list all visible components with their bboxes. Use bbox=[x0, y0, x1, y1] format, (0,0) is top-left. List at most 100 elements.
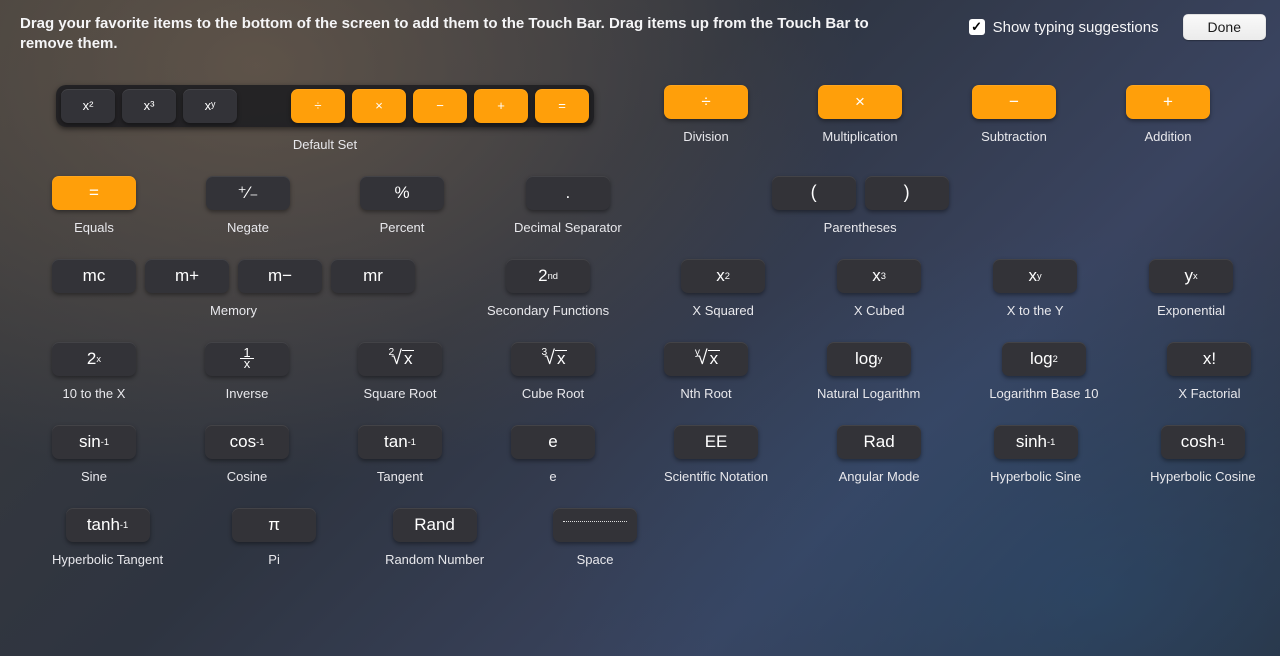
item-decimal[interactable]: . Decimal Separator bbox=[514, 176, 622, 235]
space-icon bbox=[553, 508, 637, 542]
plus-icon: + bbox=[1126, 85, 1210, 119]
caption: Square Root bbox=[364, 386, 437, 401]
caption: 10 to the X bbox=[63, 386, 126, 401]
caption: Cube Root bbox=[522, 386, 584, 401]
paren-left-icon: ( bbox=[772, 176, 856, 210]
item-square-root[interactable]: 2√x Square Root bbox=[358, 342, 442, 401]
item-cosh[interactable]: cosh-1 Hyperbolic Cosine bbox=[1150, 425, 1256, 484]
sqrt-icon: 2√x bbox=[358, 342, 442, 376]
key-eq: = bbox=[535, 89, 589, 123]
minus-icon: − bbox=[972, 85, 1056, 119]
caption: Subtraction bbox=[981, 129, 1047, 144]
x-squared-icon: x2 bbox=[681, 259, 765, 293]
done-button[interactable]: Done bbox=[1183, 14, 1266, 40]
item-multiplication[interactable]: × Multiplication bbox=[818, 85, 902, 152]
caption: X Cubed bbox=[854, 303, 905, 318]
caption: Logarithm Base 10 bbox=[989, 386, 1098, 401]
item-addition[interactable]: + Addition bbox=[1126, 85, 1210, 152]
divide-icon: ÷ bbox=[664, 85, 748, 119]
caption: Natural Logarithm bbox=[817, 386, 920, 401]
item-x-cubed[interactable]: x3 X Cubed bbox=[837, 259, 921, 318]
ln-icon: logy bbox=[827, 342, 911, 376]
equals-icon: = bbox=[52, 176, 136, 210]
caption: X to the Y bbox=[1007, 303, 1064, 318]
item-x-to-y[interactable]: xy X to the Y bbox=[993, 259, 1077, 318]
key-sub: − bbox=[413, 89, 467, 123]
caption: Negate bbox=[227, 220, 269, 235]
negate-icon: ⁺⁄₋ bbox=[206, 176, 290, 210]
item-inverse[interactable]: 1x Inverse bbox=[205, 342, 289, 401]
item-x-squared[interactable]: x2 X Squared bbox=[681, 259, 765, 318]
item-factorial[interactable]: x! X Factorial bbox=[1167, 342, 1251, 401]
key-x2: x² bbox=[61, 89, 115, 123]
caption: Random Number bbox=[385, 552, 484, 567]
check-icon: ✓ bbox=[969, 19, 985, 35]
item-rad[interactable]: Rad Angular Mode bbox=[837, 425, 921, 484]
tanh-icon: tanh-1 bbox=[66, 508, 150, 542]
item-space[interactable]: Space bbox=[553, 508, 637, 567]
item-nth-root[interactable]: y√x Nth Root bbox=[664, 342, 748, 401]
item-exponential[interactable]: yx Exponential bbox=[1149, 259, 1233, 318]
item-tanh[interactable]: tanh-1 Hyperbolic Tangent bbox=[52, 508, 163, 567]
caption: Memory bbox=[210, 303, 257, 318]
x-to-y-icon: xy bbox=[993, 259, 1077, 293]
item-ln[interactable]: logy Natural Logarithm bbox=[817, 342, 920, 401]
caption: Default Set bbox=[293, 137, 357, 152]
item-ee[interactable]: EE Scientific Notation bbox=[664, 425, 768, 484]
tangent-icon: tan-1 bbox=[358, 425, 442, 459]
cosh-icon: cosh-1 bbox=[1161, 425, 1245, 459]
caption: Multiplication bbox=[822, 129, 897, 144]
item-log10[interactable]: log2 Logarithm Base 10 bbox=[989, 342, 1098, 401]
nthroot-icon: y√x bbox=[664, 342, 748, 376]
caption: Angular Mode bbox=[839, 469, 920, 484]
item-rand[interactable]: Rand Random Number bbox=[385, 508, 484, 567]
caption: Pi bbox=[268, 552, 280, 567]
caption: Sine bbox=[81, 469, 107, 484]
item-sine[interactable]: sin-1 Sine bbox=[52, 425, 136, 484]
exponential-icon: yx bbox=[1149, 259, 1233, 293]
key-div: ÷ bbox=[291, 89, 345, 123]
x-cubed-icon: x3 bbox=[837, 259, 921, 293]
caption: Hyperbolic Tangent bbox=[52, 552, 163, 567]
item-memory[interactable]: mc m+ m− mr Memory bbox=[52, 259, 415, 318]
secondary-icon: 2nd bbox=[506, 259, 590, 293]
caption: Division bbox=[683, 129, 729, 144]
percent-icon: % bbox=[360, 176, 444, 210]
ten-to-x-icon: 2x bbox=[52, 342, 136, 376]
key-mplus: m+ bbox=[145, 259, 229, 293]
cosine-icon: cos-1 bbox=[205, 425, 289, 459]
item-division[interactable]: ÷ Division bbox=[664, 85, 748, 152]
show-typing-suggestions-toggle[interactable]: ✓ Show typing suggestions bbox=[969, 19, 1159, 36]
item-negate[interactable]: ⁺⁄₋ Negate bbox=[206, 176, 290, 235]
cbrt-icon: 3√x bbox=[511, 342, 595, 376]
item-tangent[interactable]: tan-1 Tangent bbox=[358, 425, 442, 484]
item-parentheses[interactable]: ( ) Parentheses bbox=[772, 176, 949, 235]
item-equals[interactable]: = Equals bbox=[52, 176, 136, 235]
item-sinh[interactable]: sinh-1 Hyperbolic Sine bbox=[990, 425, 1081, 484]
multiply-icon: × bbox=[818, 85, 902, 119]
item-10-to-x[interactable]: 2x 10 to the X bbox=[52, 342, 136, 401]
item-secondary[interactable]: 2nd Secondary Functions bbox=[487, 259, 609, 318]
item-pi[interactable]: π Pi bbox=[232, 508, 316, 567]
key-mc: mc bbox=[52, 259, 136, 293]
caption: Percent bbox=[380, 220, 425, 235]
key-mr: mr bbox=[331, 259, 415, 293]
caption: Hyperbolic Cosine bbox=[1150, 469, 1256, 484]
inverse-icon: 1x bbox=[205, 342, 289, 376]
log10-icon: log2 bbox=[1002, 342, 1086, 376]
caption: Secondary Functions bbox=[487, 303, 609, 318]
paren-right-icon: ) bbox=[865, 176, 949, 210]
caption: Addition bbox=[1145, 129, 1192, 144]
item-cube-root[interactable]: 3√x Cube Root bbox=[511, 342, 595, 401]
item-percent[interactable]: % Percent bbox=[360, 176, 444, 235]
item-cosine[interactable]: cos-1 Cosine bbox=[205, 425, 289, 484]
caption: Equals bbox=[74, 220, 114, 235]
item-e[interactable]: e e bbox=[511, 425, 595, 484]
instructions-text: Drag your favorite items to the bottom o… bbox=[20, 14, 900, 55]
item-default-set[interactable]: x² x³ xʸ ÷ × − + = Default Set bbox=[56, 85, 594, 152]
caption: Tangent bbox=[377, 469, 423, 484]
show-typing-label: Show typing suggestions bbox=[993, 19, 1159, 36]
key-add: + bbox=[474, 89, 528, 123]
caption: Inverse bbox=[226, 386, 269, 401]
item-subtraction[interactable]: − Subtraction bbox=[972, 85, 1056, 152]
